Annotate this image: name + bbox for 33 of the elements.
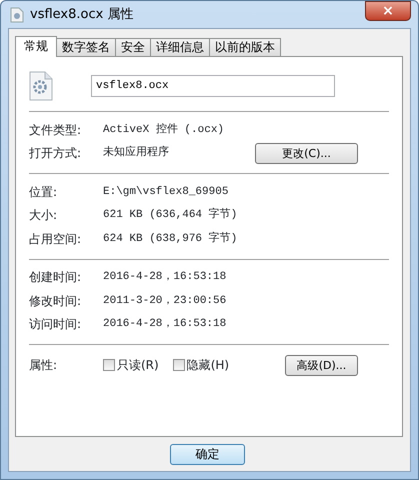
checkbox-label: 隐藏(H) (186, 357, 230, 374)
field-value: ActiveX 控件 (.ocx) (103, 122, 224, 138)
checkbox-label: 只读(R) (117, 357, 159, 374)
tab[interactable]: 数字签名 (56, 38, 116, 56)
field-value: 2016-4-28，16:53:18 (103, 317, 226, 332)
field-label: 创建时间: (29, 269, 82, 286)
field-value: 2011-3-20，23:00:56 (103, 294, 226, 308)
field-value: 621 KB (636,464 字节) (103, 207, 238, 223)
tab[interactable]: 常规 (15, 36, 57, 57)
checkbox[interactable] (172, 359, 185, 371)
file-icon (10, 6, 24, 22)
field-label: 大小: (29, 207, 58, 224)
window-title: vsflex8.ocx 属性 (30, 6, 134, 24)
tab[interactable]: 以前的版本 (209, 38, 281, 56)
change-button[interactable]: 更改(C)... (255, 142, 358, 164)
field-value: 624 KB (638,976 字节) (103, 230, 238, 246)
field-value: 未知应用程序 (103, 145, 169, 161)
field-value: 2016-4-28，16:53:18 (103, 270, 226, 285)
file-icon (29, 71, 53, 101)
advanced-button[interactable]: 高级(D)... (285, 354, 358, 376)
field-value: E:\gm\vsflex8_69905 (103, 184, 228, 200)
ok-button[interactable]: 确定 (170, 444, 245, 464)
file-name-field[interactable]: vsflex8.ocx (91, 75, 335, 97)
tab[interactable]: 详细信息 (150, 38, 210, 56)
field-label: 打开方式: (29, 145, 82, 162)
field-label: 属性: (29, 357, 58, 374)
field-label: 访问时间: (29, 316, 82, 334)
field-label: 修改时间: (29, 292, 82, 310)
field-label: 占用空间: (29, 230, 82, 248)
tab[interactable]: 安全 (115, 38, 151, 56)
checkbox[interactable] (103, 359, 115, 371)
field-label: 位置: (29, 184, 58, 201)
field-label: 文件类型: (29, 122, 82, 139)
